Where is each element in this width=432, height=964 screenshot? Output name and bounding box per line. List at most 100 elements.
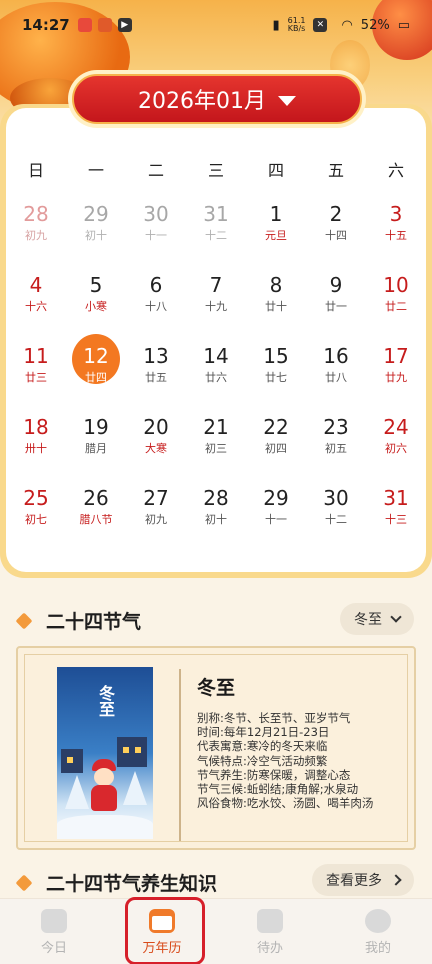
day-number: 11 [23,344,49,368]
weekday-label: 日 [27,161,44,180]
solar-term-detail-line: 节气养生:防寒保暖，调整心态 [197,767,351,782]
calendar-day-today[interactable]: 12 廿四 [66,332,126,403]
diamond-icon [15,874,33,891]
calendar-day[interactable]: 30 十一 [126,190,186,261]
calendar-day[interactable]: 20 大寒 [126,403,186,474]
weekday-label: 一 [87,161,104,180]
calendar-day[interactable]: 18 卅十 [6,403,66,474]
day-number: 20 [143,415,169,439]
divider [179,669,181,841]
lunar-date: 初九 [145,513,167,526]
calendar-day[interactable]: 2 十四 [306,190,366,261]
lunar-date: 十二 [205,229,227,242]
calendar-day[interactable]: 25 初七 [6,474,66,545]
day-number: 26 [83,486,109,510]
calendar-day[interactable]: 31 十三 [366,474,426,545]
calendar-card: 日 一 二 三 四 五 六 28 初九 29 初十 30 十一 31 十二 1 元旦 2 十四 3 十五 4 十六 5 小寒 6… [0,104,432,578]
calendar-day[interactable]: 30 十二 [306,474,366,545]
lunar-date: 初五 [325,442,347,455]
lunar-date: 腊八节 [79,513,113,526]
calendar-day[interactable]: 6 十八 [126,261,186,332]
calendar-day[interactable]: 22 初四 [246,403,306,474]
calendar-day[interactable]: 19 腊月 [66,403,126,474]
calendar-day[interactable]: 28 初九 [6,190,66,261]
calendar-day[interactable]: 26 腊八节 [66,474,126,545]
vibrate-icon: ▮ [272,17,280,33]
lunar-date: 廿十 [265,300,287,313]
status-bar: 14:27 ▶ ▮ 61.1 KB/s ✕ ◠ 52% ▭ [0,0,432,50]
solar-term-poster: 冬至 [57,667,153,839]
weekday-label: 六 [387,161,404,180]
month-selector[interactable]: 2026年01月 [68,70,366,128]
day-number: 12 [83,344,109,368]
weekday-label: 三 [207,161,224,180]
day-number: 21 [203,415,229,439]
day-number: 13 [143,344,169,368]
lunar-date: 廿六 [205,371,227,384]
calendar-day[interactable]: 3 十五 [366,190,426,261]
lunar-date: 十二 [325,513,347,526]
day-number: 19 [83,415,109,439]
calendar-day[interactable]: 7 十九 [186,261,246,332]
lunar-date: 廿七 [265,371,287,384]
lunar-date: 十五 [385,229,407,242]
calendar-day[interactable]: 10 廿二 [366,261,426,332]
tab-mine[interactable]: 我的 [324,899,432,964]
calendar-day[interactable]: 24 初六 [366,403,426,474]
day-number: 27 [143,486,169,510]
solar-term-card[interactable]: 冬至 冬至 别称:冬节、长至节、亚岁节气 时间:每年12月21日-23日 代表寓意:… [16,646,416,850]
calendar-day[interactable]: 11 廿三 [6,332,66,403]
lunar-date: 十四 [325,229,347,242]
lunar-date: 十八 [145,300,167,313]
calendar-day[interactable]: 15 廿七 [246,332,306,403]
calendar-grid: 28 初九 29 初十 30 十一 31 十二 1 元旦 2 十四 3 十五 4 十六 5 小寒 6 十八 7 十九 8 廿十… [6,190,426,545]
lunar-date: 腊月 [85,442,107,455]
lunar-date: 初十 [85,229,107,242]
lunar-date: 初七 [25,513,47,526]
solar-term-details: 别称:冬节、长至节、亚岁节气 时间:每年12月21日-23日 代表寓意:寒冷的冬天来… [197,711,409,810]
day-number: 23 [323,415,349,439]
child-illustration [89,759,119,815]
calendar-day[interactable]: 28 初十 [186,474,246,545]
month-label: 2026年01月 [138,89,266,114]
lunar-date: 廿三 [25,371,47,384]
day-number: 31 [383,486,409,510]
calendar-day[interactable]: 13 廿五 [126,332,186,403]
calendar-day[interactable]: 17 廿九 [366,332,426,403]
day-number: 28 [23,202,49,226]
lunar-date: 廿四 [85,371,107,384]
lunar-date: 初九 [25,229,47,242]
calendar-day[interactable]: 9 廿一 [306,261,366,332]
health-knowledge-title: 二十四节气养生知识 [15,869,217,896]
calendar-day[interactable]: 16 廿八 [306,332,366,403]
bottom-tab-bar: 今日 万年历 待办 我的 [0,898,432,964]
calendar-day[interactable]: 31 十二 [186,190,246,261]
tab-todo[interactable]: 待办 [216,899,324,964]
calendar-day[interactable]: 8 廿十 [246,261,306,332]
calendar-day[interactable]: 5 小寒 [66,261,126,332]
tab-calendar[interactable]: 万年历 [108,899,216,964]
solar-term-detail-line: 代表寓意:寒冷的冬天来临 [197,739,328,754]
view-more-button[interactable]: 查看更多 [312,864,414,896]
calendar-day[interactable]: 23 初五 [306,403,366,474]
calendar-day[interactable]: 29 初十 [66,190,126,261]
lunar-date: 初十 [205,513,227,526]
weekday-label: 五 [327,161,344,180]
day-number: 22 [263,415,289,439]
calendar-day[interactable]: 21 初三 [186,403,246,474]
network-speed: 61.1 KB/s [287,16,306,33]
solar-terms-title: 二十四节气 [15,607,141,634]
day-number: 18 [23,415,49,439]
calendar-day[interactable]: 27 初九 [126,474,186,545]
calendar-day[interactable]: 1 元旦 [246,190,306,261]
day-number: 3 [389,202,403,226]
calendar-day[interactable]: 14 廿六 [186,332,246,403]
calendar-day[interactable]: 29 十一 [246,474,306,545]
solar-term-dropdown[interactable]: 冬至 [340,603,414,635]
day-number: 6 [149,273,163,297]
calendar-day[interactable]: 4 十六 [6,261,66,332]
tab-today[interactable]: 今日 [0,899,108,964]
solar-term-detail-line: 气候特点:冷空气活动频繁 [197,753,328,768]
weekday-header: 日一二三四五六 [6,154,426,184]
day-number: 10 [383,273,409,297]
